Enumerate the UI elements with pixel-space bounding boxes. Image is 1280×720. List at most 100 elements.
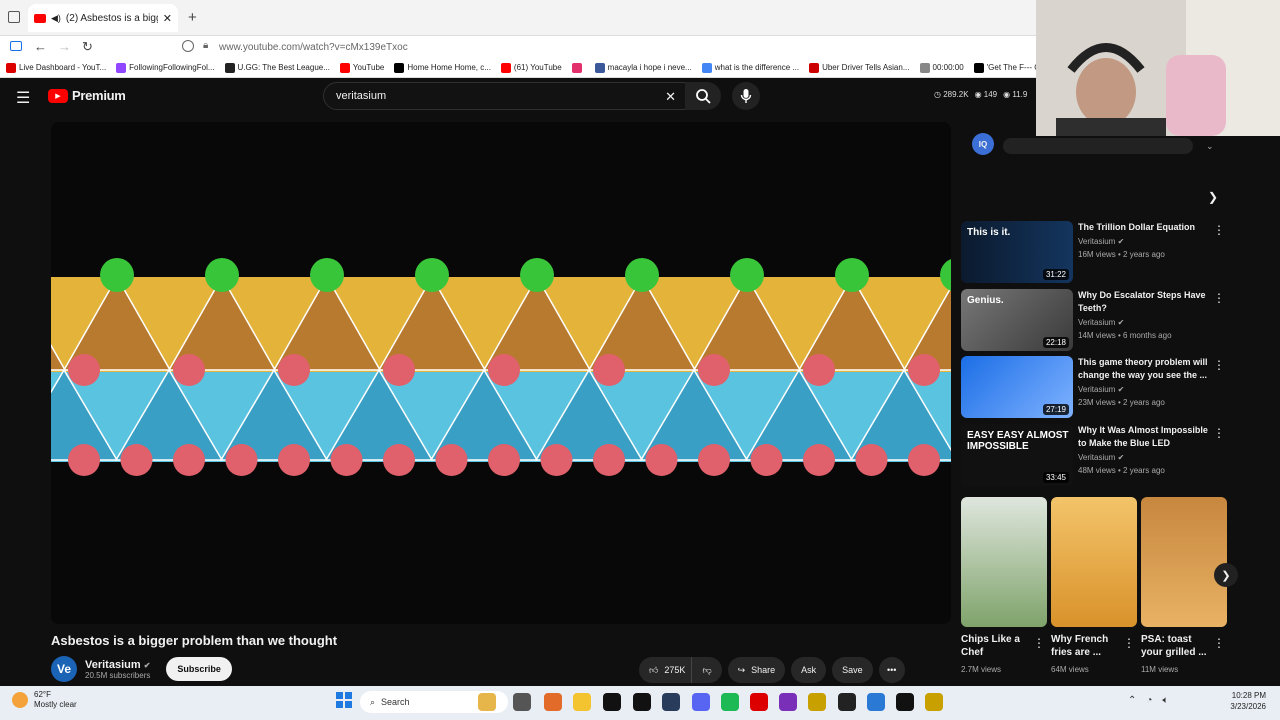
dislike-button[interactable]: 👎︎ [691, 657, 722, 683]
short-thumbnail[interactable] [961, 497, 1047, 627]
workspaces-icon[interactable] [8, 11, 20, 23]
short-title[interactable]: Why French fries are ... [1051, 633, 1121, 659]
bookmark-item[interactable]: YouTube [339, 62, 384, 73]
search-button[interactable] [685, 82, 721, 110]
recommendation-channel-row[interactable]: Veritasium ✔ [1078, 453, 1124, 462]
video-thumbnail[interactable]: 27:19 [961, 356, 1073, 418]
video-thumbnail[interactable]: EASY EASY ALMOST IMPOSSIBLE 33:45 [961, 424, 1073, 486]
taskbar-app-icon[interactable] [838, 693, 856, 711]
taskbar-app-icon[interactable] [603, 693, 621, 711]
recommendation-card[interactable]: Genius. 22:18 Why Do Escalator Steps Have … [961, 289, 1231, 355]
recommendation-card[interactable]: EASY EASY ALMOST IMPOSSIBLE 33:45 Why It W… [961, 424, 1231, 490]
save-button[interactable]: Save [832, 657, 873, 683]
video-thumbnail[interactable]: This is it. 31:22 [961, 221, 1073, 283]
channel-avatar[interactable]: Ve [51, 656, 77, 682]
more-options-icon[interactable]: ⋮ [1213, 636, 1225, 650]
taskbar-app-icon[interactable] [633, 693, 651, 711]
bookmark-item[interactable]: Live Dashboard - YouT... [6, 62, 106, 73]
speaker-icon[interactable]: ◀) [51, 13, 61, 24]
taskbar-app-icon[interactable] [721, 693, 739, 711]
bookmark-item[interactable]: 00:00:00 [919, 62, 964, 73]
sidebar-icon[interactable] [10, 41, 22, 51]
taskbar-app-icon[interactable] [662, 693, 680, 711]
short-thumbnail[interactable] [1141, 497, 1227, 627]
site-info-icon[interactable] [182, 40, 194, 52]
recommendation-channel-row[interactable]: Veritasium ✔ [1078, 318, 1124, 327]
youtube-logo[interactable]: ▶ Premium [48, 88, 126, 103]
video-thumbnail[interactable]: Genius. 22:18 [961, 289, 1073, 351]
bookmark-item[interactable]: Uber Driver Tells Asian... [809, 62, 910, 73]
windows-start-icon[interactable] [336, 692, 352, 708]
recommendation-title[interactable]: The Trillion Dollar Equation [1078, 221, 1208, 234]
voice-search-button[interactable] [732, 82, 760, 110]
more-options-icon[interactable]: ⋮ [1123, 636, 1135, 650]
url-field[interactable]: www.youtube.com/watch?v=cMx139eTxoc [219, 42, 408, 53]
more-options-icon[interactable]: ⋮ [1213, 291, 1225, 305]
more-options-icon[interactable]: ⋮ [1033, 636, 1045, 650]
taskbar-app-icon[interactable] [808, 693, 826, 711]
close-tab-icon[interactable]: ✕ [163, 12, 172, 25]
video-duration: 22:18 [1042, 337, 1069, 348]
share-button[interactable]: ↪ Share [727, 657, 786, 683]
like-button[interactable]: 👍︎ 275K [639, 657, 692, 683]
bookmark-item[interactable]: FollowingFollowingFol... [116, 62, 215, 73]
channel-name-row[interactable]: Veritasium ✔ [85, 659, 150, 671]
recommendation-title[interactable]: This game theory problem will change the… [1078, 356, 1208, 382]
menu-icon[interactable]: ☰ [16, 88, 30, 108]
recommendation-channel-row[interactable]: Veritasium ✔ [1078, 385, 1124, 394]
taskbar-app-icon[interactable] [513, 693, 531, 711]
extension-bar[interactable] [1003, 138, 1193, 154]
tray-overflow-icon[interactable]: ⌃ [1128, 695, 1136, 706]
more-options-icon[interactable]: ⋮ [1213, 358, 1225, 372]
taskbar-app-icon[interactable] [896, 693, 914, 711]
bookmark-item[interactable]: macayla i hope i neve... [594, 62, 692, 73]
reload-icon[interactable]: ↻ [82, 39, 93, 55]
ask-button[interactable]: Ask [791, 657, 827, 683]
more-options-icon[interactable]: ⋮ [1213, 426, 1225, 440]
short-title[interactable]: PSA: toast your grilled ... [1141, 633, 1211, 659]
taskbar-app-icon[interactable] [779, 693, 797, 711]
subscribe-button[interactable]: Subscribe [166, 657, 232, 681]
taskbar-app-icon[interactable] [544, 693, 562, 711]
red-atom [383, 444, 415, 476]
red-atom [488, 354, 520, 386]
recommendation-title[interactable]: Why It Was Almost Impossible to Make the… [1078, 424, 1208, 450]
clear-search-icon[interactable]: ✕ [665, 89, 676, 105]
taskbar-search-label: Search [381, 697, 410, 707]
short-thumbnail[interactable] [1051, 497, 1137, 627]
chevron-down-icon[interactable]: ⌄ [1206, 141, 1214, 152]
short-title[interactable]: Chips Like a Chef [961, 633, 1031, 659]
clock-time: 10:28 PM [1231, 691, 1266, 700]
weather-widget[interactable]: 62°F Mostly clear [12, 690, 77, 710]
taskbar-app-icon[interactable] [692, 693, 710, 711]
video-player[interactable] [51, 122, 951, 624]
back-icon[interactable]: ← [34, 39, 47, 54]
taskbar-app-icon[interactable] [867, 693, 885, 711]
network-icon[interactable]: ◔ [1146, 695, 1152, 706]
recommendation-channel-row[interactable]: Veritasium ✔ [1078, 237, 1124, 246]
more-options-icon[interactable]: ⋮ [1213, 223, 1225, 237]
search-input[interactable]: veritasium ✕ [323, 82, 687, 110]
taskbar-app-icon[interactable] [573, 693, 591, 711]
chips-next-icon[interactable]: ❯ [1208, 190, 1218, 204]
extension-icon[interactable]: IQ [972, 133, 994, 155]
browser-tab[interactable]: ◀) (2) Asbestos is a bigger pro ✕ [28, 4, 178, 32]
recommendation-card[interactable]: 27:19 This game theory problem will chang… [961, 356, 1231, 422]
new-tab-button[interactable]: + [188, 9, 197, 26]
bookmark-item[interactable]: U.GG: The Best League... [224, 62, 330, 73]
recommendation-card[interactable]: This is it. 31:22 The Trillion Dollar Equa… [961, 221, 1231, 287]
bookmark-item[interactable]: what is the difference ... [701, 62, 799, 73]
clock[interactable]: 10:28 PM 3/23/2026 [1230, 690, 1266, 712]
shorts-next-button[interactable]: ❯ [1214, 563, 1238, 587]
bookmark-item[interactable]: Home Home Home, c... [394, 62, 491, 73]
taskbar-app-icon[interactable] [925, 693, 943, 711]
bookmark-favicon-icon [394, 62, 405, 73]
bookmark-item[interactable] [571, 62, 585, 73]
bookmark-item[interactable]: (61) YouTube [500, 62, 562, 73]
volume-icon[interactable]: 🔈︎ [1162, 695, 1168, 706]
recommendation-title[interactable]: Why Do Escalator Steps Have Teeth? [1078, 289, 1208, 315]
more-actions-button[interactable]: ••• [878, 657, 905, 683]
taskbar-app-icon[interactable] [478, 693, 496, 711]
taskbar-app-icon[interactable] [750, 693, 768, 711]
forward-icon[interactable]: → [58, 39, 71, 54]
